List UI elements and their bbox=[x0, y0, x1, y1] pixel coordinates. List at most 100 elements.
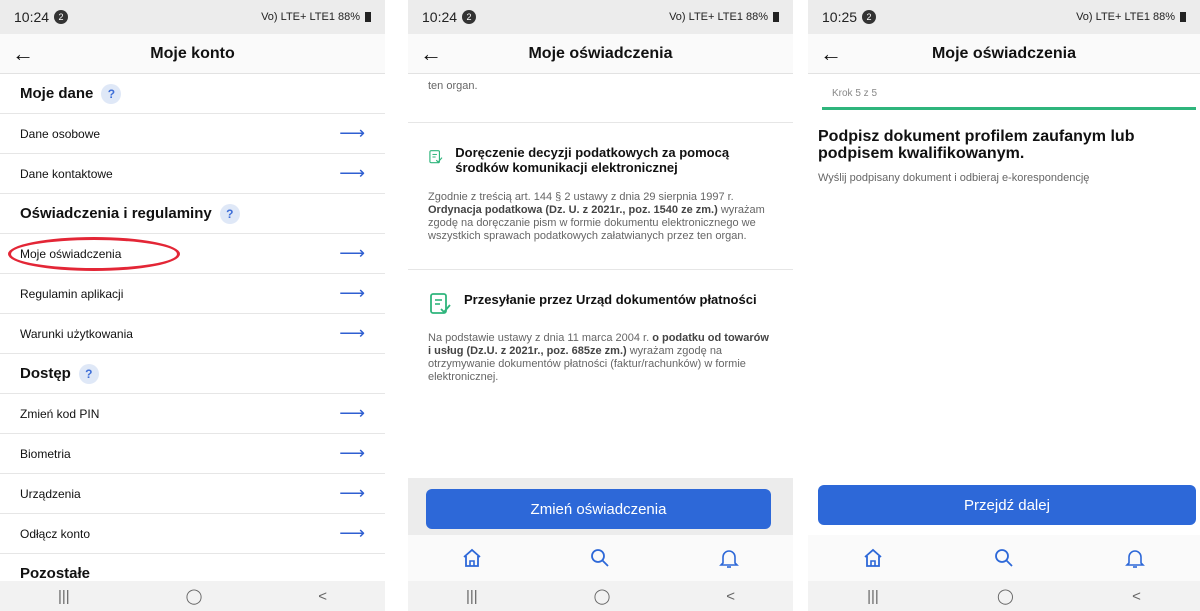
card-header: Przesyłanie przez Urząd dokumentów płatn… bbox=[428, 270, 773, 316]
menu-item-moje-oswiadczenia[interactable]: Moje oświadczenia ⟶ bbox=[0, 234, 385, 274]
document-check-icon bbox=[430, 293, 451, 314]
consent-card-platnosci: Przesyłanie przez Urząd dokumentów płatn… bbox=[408, 270, 793, 410]
menu-item-urzadzenia[interactable]: Urządzenia ⟶ bbox=[0, 474, 385, 514]
arrow-right-icon: ⟶ bbox=[339, 323, 365, 343]
step-subtext: Wyślij podpisany dokument i odbieraj e-k… bbox=[818, 172, 1090, 184]
status-time: 10:25 bbox=[822, 9, 858, 25]
section-title: Moje dane bbox=[20, 85, 94, 102]
step-heading: Podpisz dokument profilem zaufanym lub p… bbox=[818, 128, 1135, 162]
status-bar: 10:25 2 Vo) LTE+ LTE1 88% bbox=[808, 0, 1200, 34]
menu-item-label: Biometria bbox=[20, 446, 71, 461]
card-body-text: Na podstawie ustawy z dnia 11 marca 2004… bbox=[428, 332, 653, 344]
status-time: 10:24 bbox=[14, 9, 50, 25]
card-title: Doręczenie decyzji podatkowych za pomocą… bbox=[455, 145, 730, 175]
home-icon[interactable] bbox=[861, 546, 885, 570]
next-button[interactable]: Przejdź dalej bbox=[818, 485, 1196, 525]
help-icon[interactable]: ? bbox=[219, 203, 240, 224]
notification-badge: 2 bbox=[862, 10, 877, 24]
card-title: Przesyłanie przez Urząd dokumentów płatn… bbox=[464, 292, 757, 307]
recents-button[interactable]: ||| bbox=[466, 588, 478, 605]
arrow-right-icon: ⟶ bbox=[339, 123, 365, 143]
screen-moje-konto: 10:24 2 Vo) LTE+ LTE1 88% ← Moje konto M… bbox=[0, 0, 385, 611]
section-dostep: Dostęp ? bbox=[0, 354, 385, 394]
search-icon[interactable] bbox=[588, 546, 612, 570]
back-button[interactable]: < bbox=[318, 588, 327, 605]
screen-krok-5: 10:25 2 Vo) LTE+ LTE1 88% ← Moje oświadc… bbox=[808, 0, 1200, 611]
status-time: 10:24 bbox=[422, 9, 458, 25]
menu-item-label: Dane kontaktowe bbox=[20, 166, 113, 181]
menu-item-label: Zmień kod PIN bbox=[20, 406, 100, 421]
notification-badge: 2 bbox=[462, 10, 477, 24]
signal-indicator: Vo) LTE+ LTE1 bbox=[669, 11, 743, 23]
notification-badge: 2 bbox=[54, 10, 69, 24]
menu-item-label: Regulamin aplikacji bbox=[20, 286, 124, 301]
home-button[interactable]: ◯ bbox=[594, 587, 611, 605]
highlight-ring bbox=[8, 237, 180, 271]
page-title: Moje oświadczenia bbox=[528, 44, 673, 62]
menu-item-dane-osobowe[interactable]: Dane osobowe ⟶ bbox=[0, 114, 385, 154]
menu-item-regulamin[interactable]: Regulamin aplikacji ⟶ bbox=[0, 274, 385, 314]
scrolled-text-fragment: ten organ. bbox=[408, 74, 793, 123]
status-right: Vo) LTE+ LTE1 88% bbox=[1076, 11, 1186, 23]
section-title: Oświadczenia i regulaminy bbox=[20, 205, 212, 222]
signal-indicator: Vo) LTE+ LTE1 bbox=[1076, 11, 1150, 23]
arrow-right-icon: ⟶ bbox=[339, 403, 365, 423]
bell-icon[interactable] bbox=[717, 546, 741, 570]
back-arrow-icon[interactable]: ← bbox=[12, 41, 42, 67]
status-bar: 10:24 2 Vo) LTE+ LTE1 88% bbox=[0, 0, 385, 34]
card-body-text: Zgodnie z treścią art. 144 § 2 ustawy z … bbox=[428, 191, 734, 203]
card-body: Zgodnie z treścią art. 144 § 2 ustawy z … bbox=[428, 175, 773, 269]
fragment-text: ten organ. bbox=[428, 80, 478, 92]
battery-level: 88% bbox=[745, 11, 768, 23]
battery-level: 88% bbox=[337, 11, 360, 23]
card-body: Na podstawie ustawy z dnia 11 marca 2004… bbox=[428, 316, 773, 410]
home-icon[interactable] bbox=[460, 546, 484, 570]
signal-indicator: Vo) LTE+ LTE1 bbox=[261, 11, 335, 23]
bottom-tab-bar bbox=[808, 535, 1200, 581]
help-icon[interactable]: ? bbox=[101, 83, 122, 104]
menu-item-warunki[interactable]: Warunki użytkowania ⟶ bbox=[0, 314, 385, 354]
section-oswiadczenia: Oświadczenia i regulaminy ? bbox=[0, 194, 385, 234]
home-button[interactable]: ◯ bbox=[186, 587, 203, 605]
help-icon[interactable]: ? bbox=[78, 363, 99, 384]
menu-item-biometria[interactable]: Biometria ⟶ bbox=[0, 434, 385, 474]
menu-item-label: Warunki użytkowania bbox=[20, 326, 133, 341]
consent-card-doreczenie: Doręczenie decyzji podatkowych za pomocą… bbox=[408, 123, 793, 270]
system-nav-bar: ||| ◯ < bbox=[408, 581, 793, 611]
menu-item-dane-kontaktowe[interactable]: Dane kontaktowe ⟶ bbox=[0, 154, 385, 194]
menu-item-odlacz-konto[interactable]: Odłącz konto ⟶ bbox=[0, 514, 385, 554]
system-nav-bar: ||| ◯ < bbox=[0, 581, 385, 611]
back-button[interactable]: < bbox=[726, 588, 735, 605]
back-button[interactable]: < bbox=[1132, 588, 1141, 605]
battery-icon bbox=[1180, 12, 1186, 22]
page-title: Moje oświadczenia bbox=[931, 44, 1077, 62]
home-button[interactable]: ◯ bbox=[997, 587, 1014, 605]
bell-icon[interactable] bbox=[1123, 546, 1147, 570]
status-bar: 10:24 2 Vo) LTE+ LTE1 88% bbox=[408, 0, 793, 34]
status-right: Vo) LTE+ LTE1 88% bbox=[261, 11, 371, 23]
menu-item-label: Dane osobowe bbox=[20, 126, 101, 141]
menu-item-label: Odłącz konto bbox=[20, 526, 91, 541]
step-indicator: Krok 5 z 5 bbox=[832, 88, 878, 99]
section-moje-dane: Moje dane ? bbox=[0, 74, 385, 114]
back-arrow-icon[interactable]: ← bbox=[820, 41, 850, 67]
change-declarations-button[interactable]: Zmień oświadczenia bbox=[426, 489, 771, 529]
arrow-right-icon: ⟶ bbox=[339, 523, 365, 543]
menu-item-zmien-pin[interactable]: Zmień kod PIN ⟶ bbox=[0, 394, 385, 434]
status-right: Vo) LTE+ LTE1 88% bbox=[669, 11, 779, 23]
battery-level: 88% bbox=[1152, 11, 1175, 23]
recents-button[interactable]: ||| bbox=[867, 588, 879, 605]
section-title: Pozostałe bbox=[20, 565, 91, 582]
card-header: Doręczenie decyzji podatkowych za pomocą… bbox=[428, 123, 773, 175]
menu-item-label: Urządzenia bbox=[20, 486, 81, 501]
section-title: Dostęp bbox=[20, 365, 71, 382]
recents-button[interactable]: ||| bbox=[58, 588, 70, 605]
arrow-right-icon: ⟶ bbox=[339, 443, 365, 463]
page-title: Moje konto bbox=[150, 44, 235, 62]
bottom-tab-bar bbox=[408, 535, 793, 581]
arrow-right-icon: ⟶ bbox=[339, 283, 365, 303]
search-icon[interactable] bbox=[992, 546, 1016, 570]
screen-moje-oswiadczenia: 10:24 2 Vo) LTE+ LTE1 88% ← Moje oświadc… bbox=[408, 0, 793, 611]
arrow-right-icon: ⟶ bbox=[339, 483, 365, 503]
back-arrow-icon[interactable]: ← bbox=[420, 41, 450, 67]
